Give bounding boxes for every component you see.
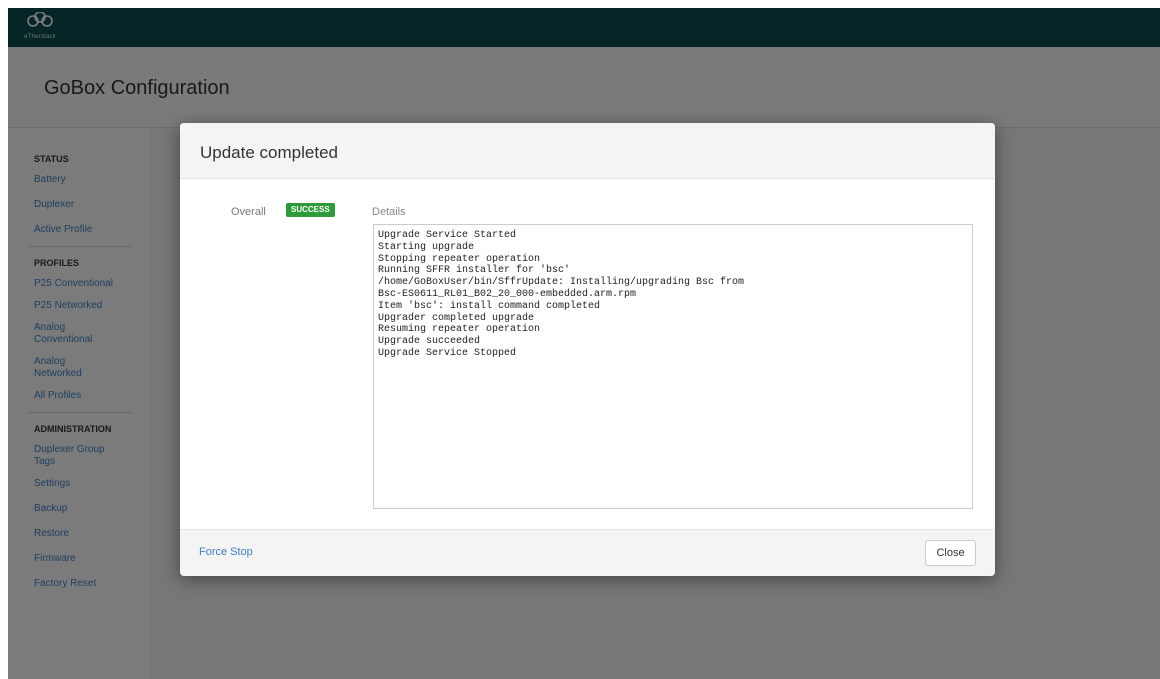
force-stop-link[interactable]: Force Stop [199, 546, 253, 558]
close-button[interactable]: Close [925, 540, 976, 566]
dialog-title: Update completed [200, 143, 338, 162]
details-log[interactable]: Upgrade Service Started Starting upgrade… [373, 224, 973, 509]
status-badge: SUCCESS [286, 203, 335, 217]
details-label: Details [372, 206, 406, 218]
update-dialog: Update completed Overall SUCCESS Details… [180, 123, 995, 576]
app-window: eTherstack GoBox Configuration STATUS Ba… [8, 8, 1160, 679]
dialog-footer: Force Stop Close [180, 529, 995, 576]
dialog-header: Update completed [180, 123, 995, 179]
overall-label: Overall [231, 206, 266, 218]
